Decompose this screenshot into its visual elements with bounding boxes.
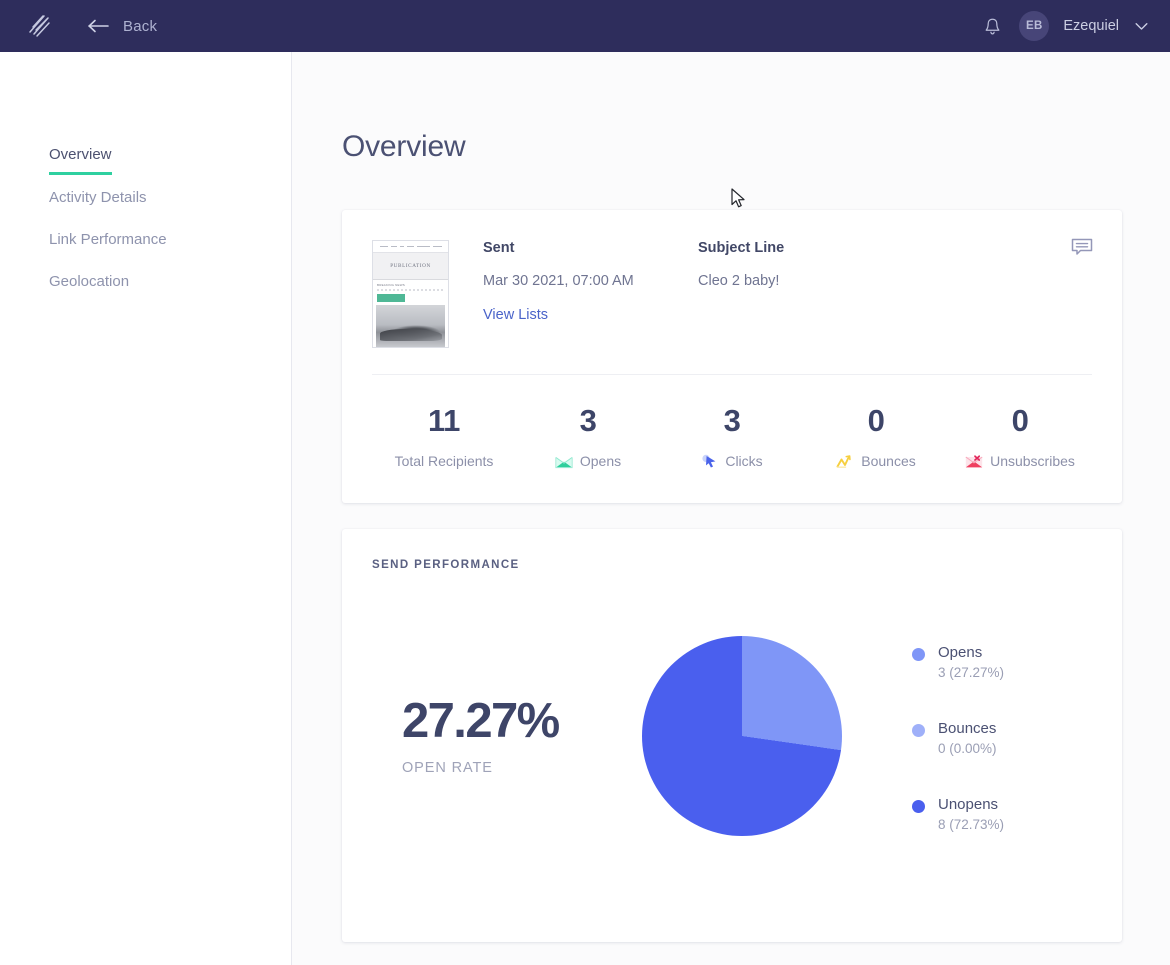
legend-item-opens[interactable]: Opens 3 (27.27%) <box>912 644 1092 680</box>
legend-item-bounces[interactable]: Bounces 0 (0.00%) <box>912 720 1092 756</box>
page-shell: Overview Activity Details Link Performan… <box>0 52 1170 965</box>
stat-label: Total Recipients <box>372 453 516 469</box>
campaign-summary-card: PUBLICATION BREAKING NEWS CONTINUE READI… <box>342 210 1122 503</box>
comment-bubble-icon <box>1071 238 1093 255</box>
stat-label: Bounces <box>804 453 948 469</box>
stat-unsubscribes: 0 Unsubscribes <box>948 403 1092 469</box>
back-label: Back <box>123 17 158 35</box>
thumbnail-cta-button <box>377 293 405 302</box>
arrow-left-icon <box>88 19 109 33</box>
unsubscribe-envelope-icon <box>965 454 983 467</box>
comment-button[interactable] <box>1071 238 1093 257</box>
open-rate-value: 27.27% <box>402 693 560 748</box>
legend-value: 8 (72.73%) <box>938 817 1005 832</box>
stat-bounces: 0 Bounces <box>804 403 948 469</box>
avatar[interactable]: EB <box>1019 11 1050 41</box>
legend-color-dot <box>912 648 925 661</box>
slash-logo-icon[interactable] <box>24 11 54 41</box>
legend-label: Unopens <box>938 796 999 813</box>
thumbnail-masthead-text: PUBLICATION <box>390 263 431 269</box>
stat-label-text: Clicks <box>725 453 763 469</box>
stat-total-recipients: 11 Total Recipients <box>372 403 516 469</box>
legend-color-dot <box>912 800 925 813</box>
legend-value: 0 (0.00%) <box>938 741 997 756</box>
stat-label: Clicks <box>660 453 804 469</box>
campaign-header-row: PUBLICATION BREAKING NEWS CONTINUE READI… <box>372 240 1092 375</box>
sent-value: Mar 30 2021, 07:00 AM <box>483 273 634 289</box>
stat-label: Unsubscribes <box>948 453 1092 469</box>
sidebar-navigation: Overview Activity Details Link Performan… <box>0 52 292 965</box>
sidebar-item-overview[interactable]: Overview <box>49 146 112 175</box>
stat-value: 0 <box>867 403 885 438</box>
bounce-zigzag-icon <box>836 454 851 468</box>
thumbnail-rule <box>377 289 444 291</box>
stat-label-text: Bounces <box>861 453 916 469</box>
subject-line-label: Subject Line <box>698 240 785 256</box>
campaign-stats-row: 11 Total Recipients 3 Opens 3 Clicks 0 B… <box>372 375 1092 469</box>
chevron-down-icon[interactable] <box>1135 22 1148 31</box>
stat-value: 11 <box>428 403 460 438</box>
sidebar-item-geolocation[interactable]: Geolocation <box>49 273 129 290</box>
send-performance-card: SEND PERFORMANCE 27.27% OPEN RATE Opens … <box>342 529 1122 942</box>
subject-column: Subject Line Cleo 2 baby! <box>698 240 958 323</box>
thumbnail-body: BREAKING NEWS <box>373 280 448 347</box>
legend-label: Bounces <box>938 720 997 737</box>
subject-line-value: Cleo 2 baby! <box>698 273 780 289</box>
sent-column: Sent Mar 30 2021, 07:00 AM View Lists <box>483 240 698 323</box>
thumbnail-nav-strip <box>373 241 448 252</box>
sent-label: Sent <box>483 240 515 256</box>
stat-label-text: Total Recipients <box>394 453 494 469</box>
stat-opens: 3 Opens <box>516 403 660 469</box>
legend-item-unopens[interactable]: Unopens 8 (72.73%) <box>912 796 1092 832</box>
send-performance-body: 27.27% OPEN RATE Opens 3 (27.27%) Bounce… <box>372 571 1092 901</box>
main-content: Overview PUBLICATION BREAKING NEWS Sent … <box>292 52 1170 965</box>
legend-label: Opens <box>938 644 983 661</box>
open-rate-caption: OPEN RATE <box>402 759 493 776</box>
stat-label-text: Unsubscribes <box>990 453 1075 469</box>
legend-color-dot <box>912 724 925 737</box>
open-rate-block: 27.27% OPEN RATE <box>372 693 632 776</box>
topbar-right-group: EB Ezequiel <box>979 11 1148 41</box>
thumbnail-kicker: BREAKING NEWS <box>377 283 405 287</box>
email-thumbnail[interactable]: PUBLICATION BREAKING NEWS CONTINUE READI… <box>372 240 449 348</box>
open-envelope-icon <box>555 456 573 468</box>
bell-icon <box>985 18 1000 35</box>
stat-value: 3 <box>579 403 597 438</box>
pie-chart-legend: Opens 3 (27.27%) Bounces 0 (0.00%) Unope… <box>852 640 1092 832</box>
stat-label-text: Opens <box>579 453 622 469</box>
user-menu-label[interactable]: Ezequiel <box>1063 18 1119 34</box>
page-title: Overview <box>342 130 466 163</box>
view-lists-link[interactable]: View Lists <box>483 307 698 323</box>
thumbnail-photo <box>376 304 445 347</box>
stat-label: Opens <box>516 453 660 469</box>
sidebar-item-activity-details[interactable]: Activity Details <box>49 189 147 206</box>
stat-clicks: 3 Clicks <box>660 403 804 469</box>
pie-chart <box>642 636 842 836</box>
pie-chart-wrap <box>632 636 852 836</box>
send-performance-title: SEND PERFORMANCE <box>372 559 520 571</box>
sidebar-item-link-performance[interactable]: Link Performance <box>49 231 167 248</box>
notifications-button[interactable] <box>979 13 1005 39</box>
legend-value: 3 (27.27%) <box>938 665 1005 680</box>
top-navigation-bar: Back EB Ezequiel <box>0 0 1170 52</box>
stat-value: 0 <box>1011 403 1029 438</box>
stat-value: 3 <box>723 403 741 438</box>
campaign-meta: Sent Mar 30 2021, 07:00 AM View Lists Su… <box>449 240 1092 323</box>
click-cursor-icon <box>702 454 716 468</box>
back-button[interactable]: Back <box>88 18 157 35</box>
thumbnail-masthead: PUBLICATION <box>373 252 448 280</box>
